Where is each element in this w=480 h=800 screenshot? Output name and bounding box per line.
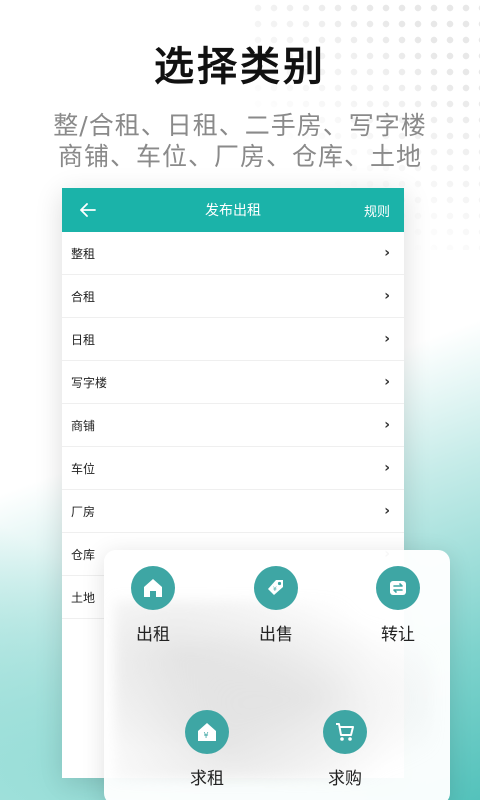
house-yen-icon: ¥ — [185, 710, 229, 754]
price-tag-icon: ¥ — [254, 566, 298, 610]
chevron-right-icon: › — [384, 245, 390, 261]
action-transfer[interactable]: 转让 — [358, 566, 438, 645]
category-label: 仓库 — [71, 547, 96, 562]
action-label: 转让 — [381, 625, 415, 645]
category-row-zhengzu[interactable]: 整租 › — [62, 232, 404, 275]
chevron-right-icon: › — [384, 417, 390, 433]
chevron-right-icon: › — [384, 460, 390, 476]
action-rent-out[interactable]: 出租 — [113, 566, 193, 645]
chevron-right-icon: › — [384, 288, 390, 304]
category-row-parking[interactable]: 车位 › — [62, 447, 404, 490]
chevron-right-icon: › — [384, 331, 390, 347]
headline: 选择类别 — [154, 44, 326, 90]
chevron-right-icon: › — [384, 503, 390, 519]
arrow-left-icon[interactable] — [76, 198, 100, 222]
action-label: 出售 — [259, 625, 293, 645]
action-sheet: 出租 ¥ 出售 转让 ¥ 求租 求购 — [104, 550, 450, 800]
action-sell[interactable]: ¥ 出售 — [236, 566, 316, 645]
svg-text:¥: ¥ — [273, 586, 277, 593]
action-label: 出租 — [136, 625, 170, 645]
category-label: 车位 — [71, 461, 96, 476]
action-label: 求购 — [328, 769, 362, 789]
svg-text:¥: ¥ — [204, 731, 209, 740]
subline-2: 商铺、车位、厂房、仓库、土地 — [57, 142, 422, 171]
action-seek-buy[interactable]: 求购 — [305, 710, 385, 789]
action-label: 求租 — [190, 769, 224, 789]
app-bar: 发布出租 规则 — [62, 188, 404, 232]
category-row-factory[interactable]: 厂房 › — [62, 490, 404, 533]
category-label: 商铺 — [71, 418, 96, 433]
category-row-shop[interactable]: 商铺 › — [62, 404, 404, 447]
shopping-cart-icon — [323, 710, 367, 754]
category-row-hezu[interactable]: 合租 › — [62, 275, 404, 318]
category-row-rizu[interactable]: 日租 › — [62, 318, 404, 361]
category-label: 写字楼 — [71, 375, 108, 390]
category-label: 日租 — [71, 332, 96, 347]
category-label: 合租 — [71, 289, 96, 304]
category-label: 整租 — [71, 246, 96, 261]
action-seek-rent[interactable]: ¥ 求租 — [167, 710, 247, 789]
swap-arrows-icon — [376, 566, 420, 610]
category-label: 厂房 — [71, 504, 96, 519]
category-row-office[interactable]: 写字楼 › — [62, 361, 404, 404]
rules-link[interactable]: 规则 — [364, 201, 390, 220]
page-title: 发布出租 — [205, 203, 261, 219]
house-icon — [131, 566, 175, 610]
chevron-right-icon: › — [384, 374, 390, 390]
category-label: 土地 — [71, 590, 96, 605]
